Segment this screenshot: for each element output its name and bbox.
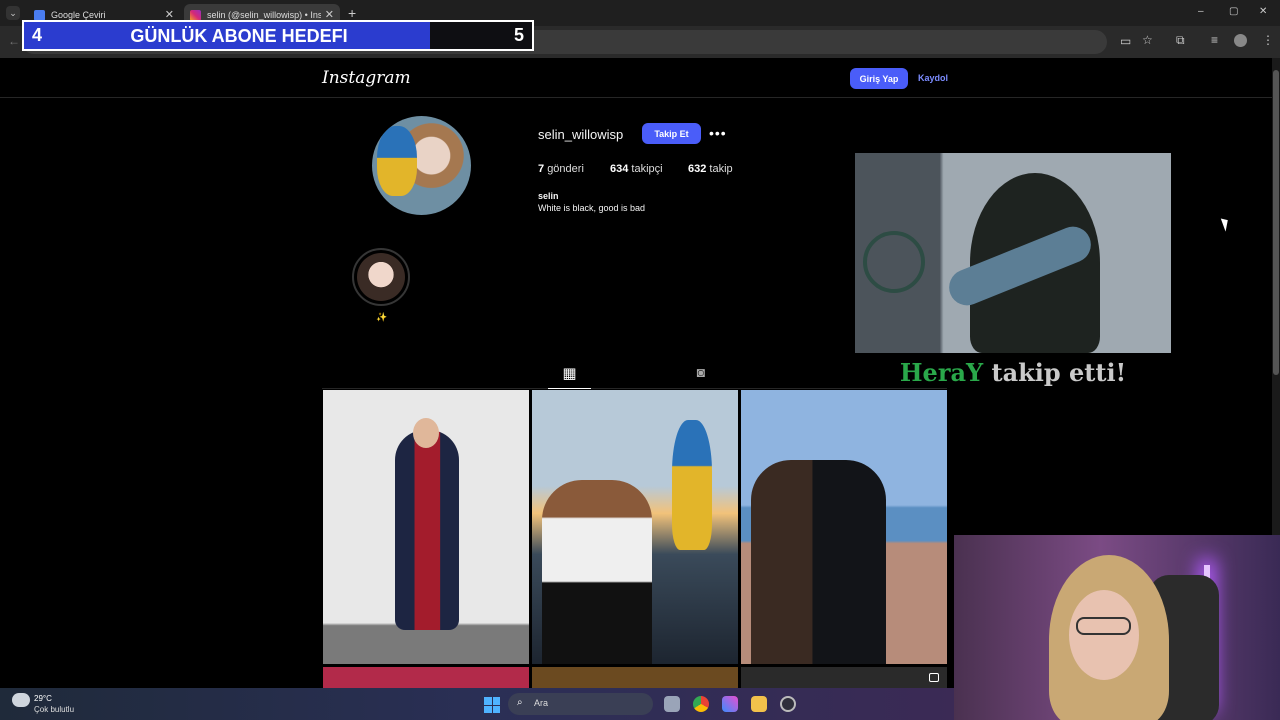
post-row2-1[interactable]: [323, 667, 529, 688]
profile-avatar-icon[interactable]: [1234, 34, 1247, 47]
signup-link[interactable]: Kaydol: [918, 73, 948, 83]
subscriber-goal-overlay: 4 GÜNLÜK ABONE HEDEFI 5: [22, 20, 534, 51]
followers-count: 634: [610, 163, 629, 175]
menu-icon[interactable]: ⋮: [1262, 33, 1274, 47]
carousel-icon: [929, 673, 939, 682]
goal-target: 5: [513, 25, 524, 45]
post-parrot-sunset[interactable]: [532, 390, 738, 664]
goal-title: GÜNLÜK ABONE HEDEFI: [130, 26, 348, 46]
posts-grid-tab[interactable]: ▦: [548, 364, 591, 389]
webcam-overlay: [954, 535, 1280, 720]
bio-text: White is black, good is bad: [538, 203, 646, 213]
highlight-label: ✨: [376, 312, 388, 322]
graduation-gown-picture: [395, 430, 459, 630]
cast-icon[interactable]: ▭: [1120, 34, 1131, 48]
search-icon: ⌕: [517, 697, 523, 708]
followers-label: takipçi: [631, 163, 663, 175]
profile-username: selin_willowisp: [538, 127, 624, 142]
parrot-picture: [377, 126, 417, 196]
scrollbar-thumb[interactable]: [1273, 70, 1279, 375]
parrot-picture: [672, 420, 712, 550]
posts-stat: 7 gönderi: [538, 163, 584, 175]
alert-suffix: takip etti!: [983, 358, 1127, 387]
tagged-tab[interactable]: ◙: [690, 364, 712, 386]
weather-temperature: 29°C: [34, 694, 52, 703]
following-label: takip: [709, 163, 733, 175]
follow-alert-image: [855, 153, 1171, 353]
tabs-divider: [322, 388, 947, 389]
followers-stat[interactable]: 634 takipçi: [610, 163, 663, 175]
tab-label: Google Çeviri: [51, 10, 106, 20]
chrome-icon[interactable]: [693, 696, 709, 712]
tab-label: selin (@selin_willowisp) • Instagram: [207, 10, 321, 20]
google-translate-icon: [34, 9, 45, 21]
minimize-icon[interactable]: –: [1198, 6, 1204, 17]
maximize-icon[interactable]: ▢: [1229, 6, 1238, 17]
emblem-icon: [863, 231, 925, 293]
windows-taskbar: 29°C Çok bulutlu ⌕ Ara: [0, 688, 954, 720]
post-couple-city[interactable]: [741, 390, 947, 664]
task-view-icon[interactable]: [664, 696, 680, 712]
search-label: Ara: [534, 698, 549, 708]
girl-white-shirt-picture: [542, 480, 652, 664]
profile-avatar[interactable]: [372, 116, 471, 215]
following-stat[interactable]: 632 takip: [688, 163, 733, 175]
instagram-logo[interactable]: Instagram: [322, 68, 411, 88]
posts-label: gönderi: [547, 163, 584, 175]
weather-condition: Çok bulutlu: [34, 705, 75, 714]
app-icon[interactable]: [780, 696, 796, 712]
instagram-header: Instagram Giriş Yap Kaydol: [0, 58, 1272, 98]
bio-name: selin: [538, 191, 559, 201]
glasses-picture: [1076, 617, 1131, 635]
highlight-picture: [357, 253, 405, 301]
media-control-icon[interactable]: ≡: [1211, 33, 1218, 47]
bookmark-star-icon[interactable]: ☆: [1142, 33, 1153, 47]
weather-cloud-icon[interactable]: [12, 693, 30, 707]
post-graduation[interactable]: [323, 390, 529, 664]
tab-search-icon[interactable]: ⌄: [6, 6, 20, 20]
back-icon[interactable]: ←: [8, 34, 20, 48]
alert-follower-name: HeraY: [899, 358, 984, 387]
close-window-icon[interactable]: ✕: [1259, 6, 1267, 17]
following-count: 632: [688, 163, 707, 175]
follow-alert-text: HeraY takip etti!: [855, 358, 1171, 387]
login-button[interactable]: Giriş Yap: [850, 68, 908, 89]
follow-button[interactable]: Takip Et: [642, 123, 701, 144]
new-tab-button[interactable]: +: [348, 5, 356, 21]
couple-picture: [751, 460, 886, 664]
graduation-face-picture: [413, 418, 439, 448]
extensions-icon[interactable]: ⧉: [1176, 33, 1185, 48]
posts-count: 7: [538, 163, 545, 175]
copilot-icon[interactable]: [722, 696, 738, 712]
story-highlight[interactable]: [352, 248, 410, 306]
streamer-face-picture: [1069, 590, 1139, 680]
post-row2-2[interactable]: [532, 667, 738, 688]
file-explorer-icon[interactable]: [751, 696, 767, 712]
windows-start-icon[interactable]: [484, 697, 500, 713]
more-options-icon[interactable]: •••: [709, 125, 727, 141]
instagram-icon: [190, 9, 201, 21]
post-row2-3[interactable]: [741, 667, 947, 688]
taskbar-search-box[interactable]: [508, 693, 653, 715]
